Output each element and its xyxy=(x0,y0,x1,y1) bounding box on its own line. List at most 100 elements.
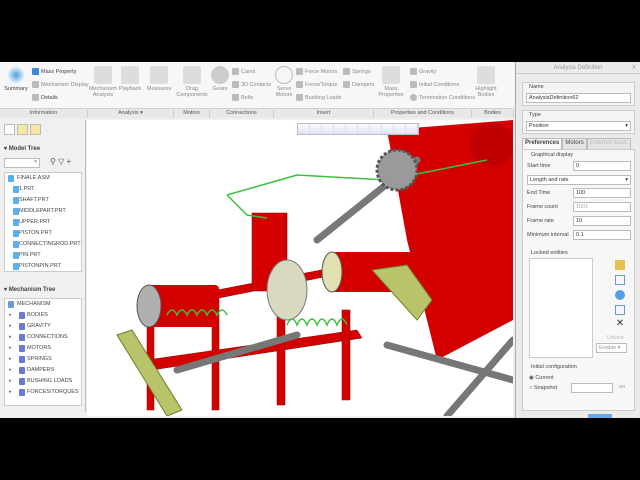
mechanism-tree-title: Mechanism Tree xyxy=(8,287,56,293)
3d-contacts-button[interactable]: 3D Contacts xyxy=(232,81,271,88)
datum-display-icon[interactable] xyxy=(382,124,394,134)
model-tree-item[interactable]: MIDDLEPART.PRT xyxy=(5,206,81,217)
refit-icon[interactable] xyxy=(298,124,310,134)
folder-browser-tab[interactable] xyxy=(17,124,28,135)
zoom-out-icon[interactable] xyxy=(322,124,334,134)
mechanism-tree-item[interactable]: ▸ CONNECTIONS xyxy=(5,332,81,343)
model-tree-header: ▾ Model Tree xyxy=(4,146,41,152)
termination-conditions-button[interactable]: Termination Conditions xyxy=(410,94,475,101)
model-tree-item[interactable]: PISTONPIN.PRT xyxy=(5,261,81,272)
mechanism-tree-item[interactable]: ▸ GRAVITY xyxy=(5,321,81,332)
zoom-in-icon[interactable] xyxy=(310,124,322,134)
glasses-icon[interactable]: oo xyxy=(619,384,625,390)
expand-arrow-icon[interactable]: ▸ xyxy=(9,376,12,387)
model-tree-item[interactable]: PIN.PRT xyxy=(5,250,81,261)
mechanism-tree-item[interactable]: ▸ BODIES xyxy=(5,310,81,321)
measures-label: Measures xyxy=(146,86,172,92)
panel-tabs xyxy=(4,124,41,135)
details-button[interactable]: Details xyxy=(32,94,58,101)
model-tree-tab[interactable] xyxy=(4,124,15,135)
termination-conditions-label: Termination Conditions xyxy=(419,94,475,101)
tab-motors[interactable]: Motors xyxy=(562,138,587,149)
graphics-viewport[interactable] xyxy=(87,120,513,416)
view-manager-icon[interactable] xyxy=(358,124,370,134)
model-tree-item[interactable]: 1.PRT xyxy=(5,184,81,195)
mechanism-tree-item[interactable]: ▸ FORCES/TORQUES xyxy=(5,387,81,398)
force-motors-button[interactable]: Force Motors xyxy=(296,68,337,75)
favorites-tab[interactable] xyxy=(30,124,41,135)
expand-arrow-icon[interactable]: ▸ xyxy=(9,332,12,343)
minimum-interval-input[interactable]: 0.1 xyxy=(573,230,631,240)
tab-external-loads[interactable]: External loads xyxy=(586,138,631,149)
mechanism-root[interactable]: MECHANISM xyxy=(5,299,81,310)
lock-connection-icon[interactable] xyxy=(615,275,625,285)
type-select[interactable]: Position ▾ xyxy=(526,121,631,131)
lock-body-icon[interactable] xyxy=(615,260,625,270)
mode-select[interactable]: Length and rate ▾ xyxy=(527,175,631,185)
locked-entities-list[interactable] xyxy=(529,258,593,358)
force-torque-button[interactable]: Force/Torque xyxy=(296,81,337,88)
end-time-label: End Time xyxy=(527,190,551,196)
expand-arrow-icon[interactable]: ▸ xyxy=(9,387,12,398)
mechanism-tree-item[interactable]: ▸ DAMPERS xyxy=(5,365,81,376)
snapshot-select[interactable] xyxy=(571,383,613,393)
measures-button[interactable]: Measures xyxy=(146,66,172,92)
belts-button[interactable]: Belts xyxy=(232,94,253,101)
expand-arrow-icon[interactable]: ▸ xyxy=(9,310,12,321)
annotation-display-icon[interactable] xyxy=(406,124,418,134)
bushing-loads-button[interactable]: Bushing Loads xyxy=(296,94,341,101)
drag-components-button[interactable]: Drag Components xyxy=(176,66,208,98)
expand-arrow-icon[interactable]: ▸ xyxy=(9,365,12,376)
mechanism-tree-item[interactable]: ▸ MOTORS xyxy=(5,343,81,354)
lock-eye-icon[interactable] xyxy=(615,290,625,300)
tab-preferences[interactable]: Preferences xyxy=(522,138,563,149)
saved-orientations-icon[interactable] xyxy=(346,124,358,134)
cylinders xyxy=(136,120,513,360)
playback-label: Playback xyxy=(118,86,142,92)
model-tree-item[interactable]: SHAFT.PRT xyxy=(5,195,81,206)
model-tree-item[interactable]: PISTON.PRT xyxy=(5,228,81,239)
enable-button[interactable]: Enable ▾ xyxy=(596,343,627,353)
end-time-input[interactable]: 100 xyxy=(573,188,631,198)
expand-arrow-icon[interactable]: ▸ xyxy=(9,343,12,354)
mechanism-tree-item-label: DAMPERS xyxy=(27,367,55,373)
model-tree-item[interactable]: UPPER.PRT xyxy=(5,217,81,228)
tree-search-input[interactable]: × xyxy=(4,158,40,168)
group-analysis[interactable]: Analysis ▾ xyxy=(88,110,174,118)
snapshot-radio[interactable]: ○ Snapshot xyxy=(529,385,557,391)
mechanism-analysis-button[interactable]: Mechanism Analysis xyxy=(88,66,118,98)
expand-arrow-icon[interactable]: ▸ xyxy=(9,354,12,365)
gravity-button[interactable]: Gravity xyxy=(410,68,436,75)
gears-button[interactable]: Gears xyxy=(210,66,230,92)
highlight-bodies-button[interactable]: Highlight Bodies xyxy=(474,66,498,98)
spin-center-icon[interactable] xyxy=(394,124,406,134)
start-time-input[interactable]: 0 xyxy=(573,161,631,171)
cams-button[interactable]: Cams xyxy=(232,68,255,75)
mass-property-button[interactable]: Mass Property xyxy=(32,68,76,75)
dampers-button[interactable]: Dampers xyxy=(343,81,374,88)
mechanism-tree-item[interactable]: ▸ SPRINGS xyxy=(5,354,81,365)
mechanism-tree-item[interactable]: ▸ BUSHING LOADS xyxy=(5,376,81,387)
current-radio[interactable]: ◉ Current xyxy=(529,375,554,381)
summary-button[interactable]: Summary xyxy=(3,66,29,92)
find-binoculars-icon[interactable]: ⚲ ▽ + xyxy=(50,157,71,166)
repaint-icon[interactable] xyxy=(334,124,346,134)
delete-x-icon[interactable]: ✕ xyxy=(615,319,625,329)
frame-rate-input[interactable]: 10 xyxy=(573,216,631,226)
initial-conditions-button[interactable]: Initial Conditions xyxy=(410,81,459,88)
servo-motors-button[interactable]: Servo Motors xyxy=(274,66,294,98)
mechanism-analysis-label: Mechanism Analysis xyxy=(88,86,118,98)
tree-root[interactable]: FINALE.ASM xyxy=(5,173,81,184)
frame-count-input[interactable]: 1001 xyxy=(573,202,631,212)
model-tree-item[interactable]: CONNECTINGROD.PRT xyxy=(5,239,81,250)
close-button[interactable]: X xyxy=(632,62,636,74)
playback-button[interactable]: Playback xyxy=(118,66,142,92)
mechanism-display-button[interactable]: Mechanism Display xyxy=(32,81,89,88)
lock-select-icon[interactable] xyxy=(615,305,625,315)
run-button[interactable] xyxy=(588,414,612,418)
springs-button[interactable]: Springs xyxy=(343,68,371,75)
display-style-icon[interactable] xyxy=(370,124,382,134)
name-input[interactable]: AnalysisDefinition62 xyxy=(526,93,631,103)
expand-arrow-icon[interactable]: ▸ xyxy=(9,321,12,332)
mass-properties-button[interactable]: Mass Properties xyxy=(377,66,405,98)
